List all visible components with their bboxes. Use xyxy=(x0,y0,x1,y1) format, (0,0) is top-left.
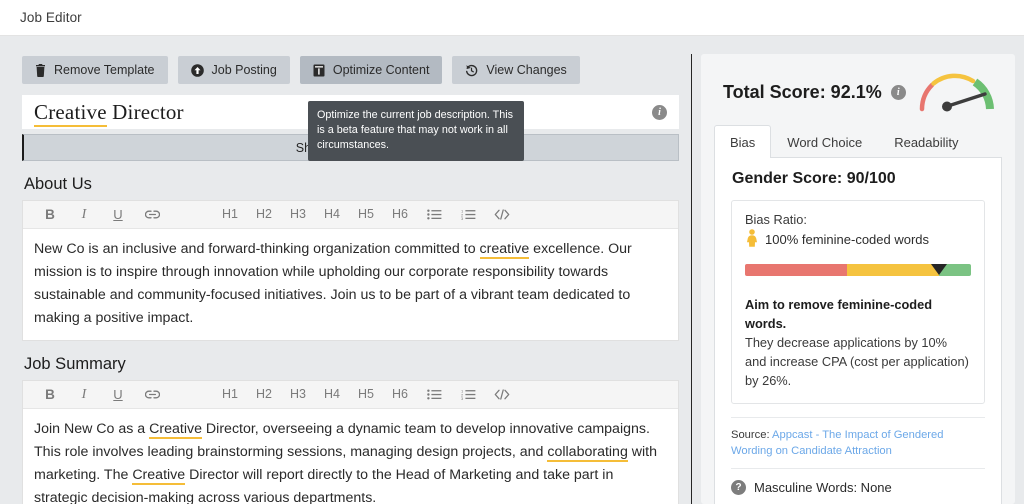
optimize-content-label: Optimize Content xyxy=(332,63,430,77)
circle-arrow-icon xyxy=(190,63,204,77)
bias-aim-body: They decrease applications by 10% and in… xyxy=(745,335,969,388)
link-icon[interactable] xyxy=(135,209,169,220)
bold-button[interactable]: B xyxy=(33,208,67,222)
biased-word-highlight: Creative xyxy=(132,467,186,485)
heading-6-button[interactable]: H6 xyxy=(383,388,417,401)
editor-content-job-summary[interactable]: Join New Co as a Creative Director, over… xyxy=(23,409,678,504)
biased-word-highlight: Creative xyxy=(149,421,202,439)
biased-word-highlight: collaborating xyxy=(547,444,628,462)
svg-text:3: 3 xyxy=(461,396,464,400)
masculine-words-label: Masculine Words: None xyxy=(754,480,892,495)
underline-button[interactable]: U xyxy=(101,388,135,401)
info-icon[interactable]: i xyxy=(890,84,906,100)
optimize-content-button[interactable]: Optimize Content xyxy=(299,56,443,84)
pane-divider xyxy=(691,54,692,504)
bias-tab-panel: Gender Score: 90/100 Bias Ratio: 100% fe… xyxy=(714,158,1002,504)
source-prefix: Source: xyxy=(731,429,773,441)
score-tabs: Bias Word Choice Readability xyxy=(714,124,1002,158)
editor-about-us: B I U H1 H2 H3 H4 H5 H6 123 New Co is an… xyxy=(22,200,679,341)
heading-1-button[interactable]: H1 xyxy=(213,208,247,221)
section-heading-job-summary: Job Summary xyxy=(24,355,126,373)
book-icon xyxy=(313,64,325,77)
view-changes-button[interactable]: View Changes xyxy=(452,56,580,84)
section-heading-about-us: About Us xyxy=(24,175,92,193)
editor-job-summary: B I U H1 H2 H3 H4 H5 H6 123 Join New Co … xyxy=(22,380,679,504)
tab-bias[interactable]: Bias xyxy=(714,125,772,158)
bias-ratio-value-row: 100% feminine-coded words xyxy=(745,229,971,250)
heading-6-button[interactable]: H6 xyxy=(383,208,417,221)
heading-4-button[interactable]: H4 xyxy=(315,388,349,401)
numbered-list-icon[interactable]: 123 xyxy=(451,389,485,400)
bias-ratio-card: Bias Ratio: 100% feminine-coded words Ai… xyxy=(731,200,985,404)
bullet-list-icon[interactable] xyxy=(417,209,451,220)
job-title-highlight: Creative xyxy=(34,99,107,127)
heading-3-button[interactable]: H3 xyxy=(281,388,315,401)
numbered-list-icon[interactable]: 123 xyxy=(451,209,485,220)
svg-text:3: 3 xyxy=(461,216,464,220)
editor-pane: Remove Template Job Posting Optimize Con… xyxy=(0,46,691,504)
rich-text-toolbar: B I U H1 H2 H3 H4 H5 H6 123 xyxy=(23,381,678,409)
heading-1-button[interactable]: H1 xyxy=(213,388,247,401)
italic-button[interactable]: I xyxy=(67,207,101,222)
info-icon[interactable]: i xyxy=(652,104,667,120)
remove-template-button[interactable]: Remove Template xyxy=(22,56,168,84)
code-icon[interactable] xyxy=(485,209,519,220)
biased-word-highlight: creative xyxy=(479,241,530,259)
heading-4-button[interactable]: H4 xyxy=(315,208,349,221)
tab-word-choice-label: Word Choice xyxy=(787,135,863,150)
heading-2-button[interactable]: H2 xyxy=(247,208,281,221)
bias-meter xyxy=(745,264,971,286)
page-title: Job Editor xyxy=(20,10,82,25)
main-layout: Remove Template Job Posting Optimize Con… xyxy=(0,36,1024,504)
bold-button[interactable]: B xyxy=(33,388,67,402)
bias-ratio-label: Bias Ratio: xyxy=(745,212,807,227)
help-icon[interactable]: ? xyxy=(731,480,746,495)
view-changes-label: View Changes xyxy=(486,63,567,77)
bias-meter-marker xyxy=(931,264,948,275)
total-score-label: Total Score: 92.1% xyxy=(723,81,882,102)
job-posting-button[interactable]: Job Posting xyxy=(177,56,290,84)
job-title-text: Creative Director xyxy=(34,99,184,127)
editor-content-about-us[interactable]: New Co is an inclusive and forward-think… xyxy=(23,229,678,340)
italic-button[interactable]: I xyxy=(67,387,101,402)
remove-template-label: Remove Template xyxy=(54,63,155,77)
total-score: Total Score: 92.1% i xyxy=(723,82,906,103)
meter-segment-red xyxy=(745,264,847,276)
tab-readability[interactable]: Readability xyxy=(878,125,974,158)
trash-icon xyxy=(35,63,46,77)
tab-bias-label: Bias xyxy=(730,135,756,150)
tab-readability-label: Readability xyxy=(894,135,959,150)
app-header: Job Editor xyxy=(0,0,1024,36)
tab-word-choice[interactable]: Word Choice xyxy=(771,125,878,158)
link-icon[interactable] xyxy=(135,389,169,400)
masculine-words-row: ? Masculine Words: None xyxy=(731,468,985,504)
job-posting-label: Job Posting xyxy=(211,63,277,77)
action-toolbar: Remove Template Job Posting Optimize Con… xyxy=(22,56,679,84)
heading-5-button[interactable]: H5 xyxy=(349,388,383,401)
text-run: New Co is an inclusive and forward-think… xyxy=(34,241,480,257)
underline-button[interactable]: U xyxy=(101,208,135,221)
gender-score: Gender Score: 90/100 xyxy=(732,170,896,187)
meter-segment-yellow xyxy=(846,264,940,276)
total-score-row: Total Score: 92.1% i xyxy=(701,68,1015,116)
heading-2-button[interactable]: H2 xyxy=(247,388,281,401)
source-row: Source: Appcast - The Impact of Gendered… xyxy=(731,417,985,468)
bias-ratio-value: 100% feminine-coded words xyxy=(765,232,930,247)
heading-5-button[interactable]: H5 xyxy=(349,208,383,221)
bias-aim-heading: Aim to remove feminine-coded words. xyxy=(745,297,933,331)
text-run: Join New Co as a xyxy=(34,421,150,437)
code-icon[interactable] xyxy=(485,389,519,400)
history-icon xyxy=(465,64,478,77)
female-figure-icon xyxy=(745,229,759,250)
rich-text-toolbar: B I U H1 H2 H3 H4 H5 H6 123 xyxy=(23,201,678,229)
bullet-list-icon[interactable] xyxy=(417,389,451,400)
optimize-content-tooltip: Optimize the current job description. Th… xyxy=(308,101,524,161)
score-pane: Total Score: 92.1% i Bias Word Choice Re… xyxy=(701,54,1015,504)
score-gauge-icon xyxy=(915,67,997,118)
heading-3-button[interactable]: H3 xyxy=(281,208,315,221)
job-title-rest: Director xyxy=(106,99,184,124)
